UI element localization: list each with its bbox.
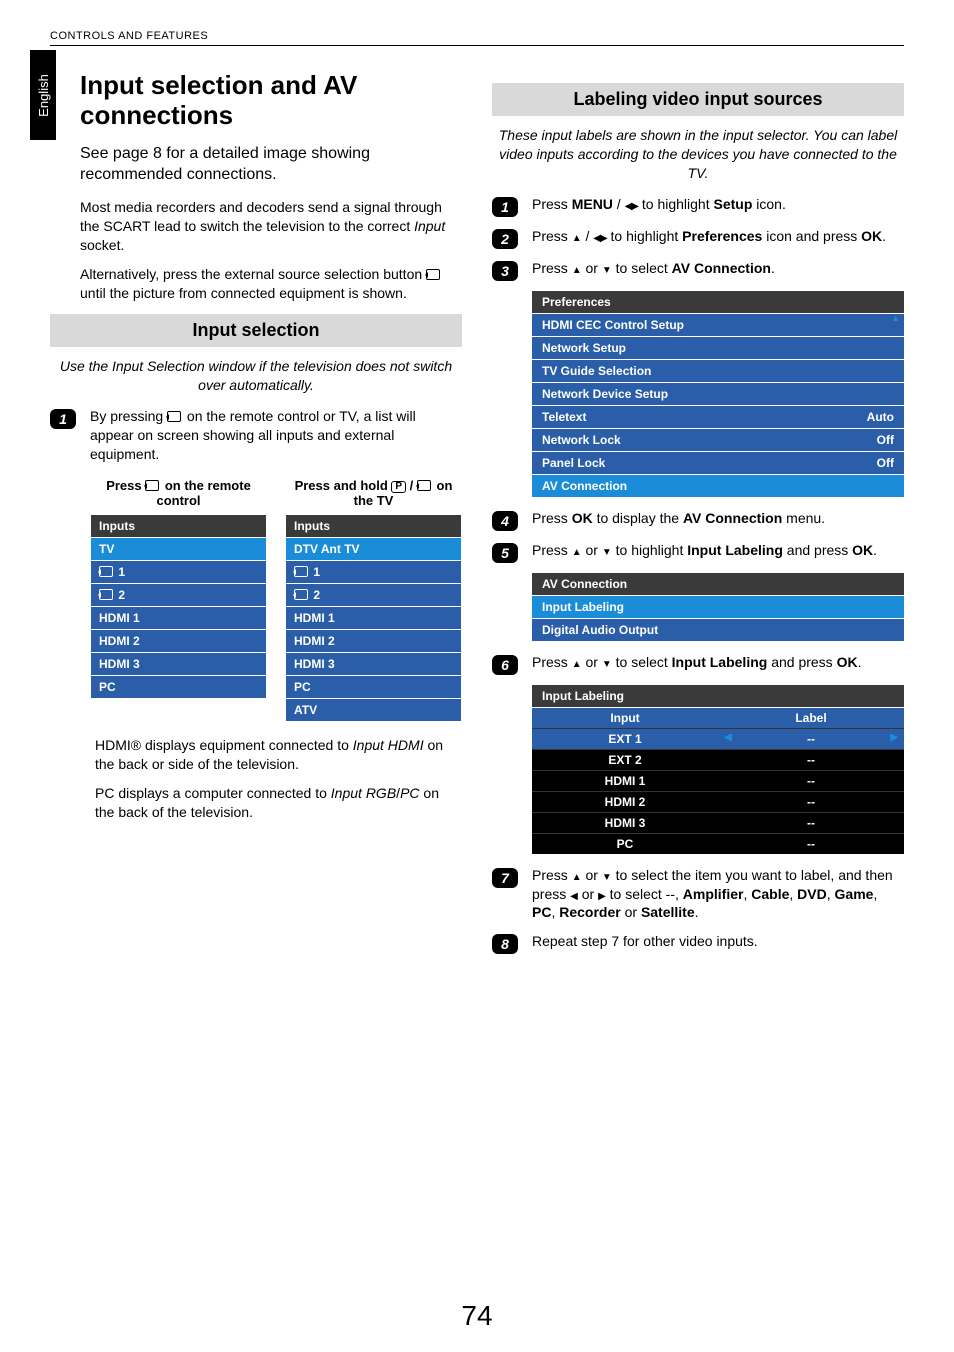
inputs-tv-table: Inputs DTV Ant TV 1 2 HDMI 1 HDMI 2 HDMI… — [285, 514, 462, 722]
up-icon — [572, 260, 582, 276]
source-icon — [294, 589, 308, 600]
input-label-row: HDMI 1-- — [532, 770, 904, 791]
step-badge: 7 — [492, 868, 518, 888]
right-step-7: 7 Press or to select the item you want t… — [492, 866, 904, 923]
source-icon — [426, 269, 440, 280]
header-rule — [50, 45, 904, 46]
scroll-down-icon: ▼ — [891, 485, 900, 495]
right-icon — [598, 886, 606, 902]
input-label-row: EXT 2-- — [532, 749, 904, 770]
para-pc: PC displays a computer connected to Inpu… — [50, 784, 462, 822]
right-step-4: 4 Press OK to display the AV Connection … — [492, 509, 904, 531]
step-badge: 2 — [492, 229, 518, 249]
input-tables: Press on the remote control Inputs TV 1 … — [90, 478, 462, 722]
subhead2-note: These input labels are shown in the inpu… — [492, 126, 904, 183]
down-icon — [602, 867, 612, 883]
input-label-row: EXT 1--◀▶ — [532, 728, 904, 749]
source-icon — [145, 480, 159, 491]
right-step-3: 3 Press or to select AV Connection. — [492, 259, 904, 281]
prefs-row: Panel LockOff — [532, 451, 904, 474]
down-icon — [602, 260, 612, 276]
input-labeling-panel: Input Labeling Input Label EXT 1--◀▶EXT … — [532, 685, 904, 854]
lead-text: See page 8 for a detailed image showing … — [80, 143, 462, 186]
right-column: Labeling video input sources These input… — [492, 71, 904, 964]
language-tab: English — [30, 50, 56, 140]
step-badge: 1 — [492, 197, 518, 217]
subhead-labeling: Labeling video input sources — [492, 83, 904, 116]
avc-row: Digital Audio Output — [532, 618, 904, 641]
prefs-row: AV Connection — [532, 474, 904, 497]
left-icon — [570, 886, 578, 902]
subhead-input-selection: Input selection — [50, 314, 462, 347]
right-step-8: 8 Repeat step 7 for other video inputs. — [492, 932, 904, 954]
down-icon — [602, 542, 612, 558]
language-tab-label: English — [36, 74, 51, 117]
source-icon — [417, 480, 431, 491]
source-icon — [99, 589, 113, 600]
para-alt: Alternatively, press the external source… — [80, 265, 462, 303]
up-icon — [572, 542, 582, 558]
av-connection-panel: AV Connection Input LabelingDigital Audi… — [532, 573, 904, 641]
left-step-1: 1 By pressing on the remote control or T… — [50, 407, 462, 464]
prefs-row: HDMI CEC Control Setup — [532, 313, 904, 336]
page-number: 74 — [0, 1300, 954, 1332]
prefs-row: Network Device Setup — [532, 382, 904, 405]
right-step-5: 5 Press or to highlight Input Labeling a… — [492, 541, 904, 563]
input-label-row: HDMI 3-- — [532, 812, 904, 833]
section-header: CONTROLS AND FEATURES — [50, 30, 904, 45]
step-badge: 5 — [492, 543, 518, 563]
left-right-icon — [593, 228, 606, 244]
para-scart: Most media recorders and decoders send a… — [80, 198, 462, 255]
left-column: Input selection and AV connections See p… — [50, 71, 462, 964]
source-icon — [294, 566, 308, 577]
source-icon — [167, 411, 181, 422]
prefs-row: TeletextAuto — [532, 405, 904, 428]
step-badge: 1 — [50, 409, 76, 429]
prefs-row: TV Guide Selection — [532, 359, 904, 382]
prefs-row: Network Setup — [532, 336, 904, 359]
up-icon — [572, 867, 582, 883]
right-step-1: 1 Press MENU / to highlight Setup icon. — [492, 195, 904, 217]
left-right-icon — [625, 196, 638, 212]
down-icon — [602, 654, 612, 670]
inputs-remote-table: Inputs TV 1 2 HDMI 1 HDMI 2 HDMI 3 PC — [90, 514, 267, 699]
up-icon — [572, 654, 582, 670]
step-badge: 6 — [492, 655, 518, 675]
page-title: Input selection and AV connections — [80, 71, 462, 131]
right-step-2: 2 Press / to highlight Preferences icon … — [492, 227, 904, 249]
tbl-right-caption: Press and hold P / on the TV — [285, 478, 462, 510]
input-label-row: PC-- — [532, 833, 904, 854]
right-step-6: 6 Press or to select Input Labeling and … — [492, 653, 904, 675]
preferences-panel: Preferences HDMI CEC Control SetupNetwor… — [532, 291, 904, 497]
step-badge: 4 — [492, 511, 518, 531]
step-badge: 3 — [492, 261, 518, 281]
prefs-row: Network LockOff — [532, 428, 904, 451]
scroll-up-icon: ▲ — [891, 313, 900, 323]
input-label-row: HDMI 2-- — [532, 791, 904, 812]
subhead-note: Use the Input Selection window if the te… — [50, 357, 462, 395]
tbl-left-caption: Press on the remote control — [90, 478, 267, 510]
up-icon — [572, 228, 582, 244]
para-hdmi: HDMI® displays equipment connected to In… — [50, 736, 462, 774]
step-badge: 8 — [492, 934, 518, 954]
p-button-icon: P — [391, 481, 406, 493]
source-icon — [99, 566, 113, 577]
avc-row: Input Labeling — [532, 595, 904, 618]
